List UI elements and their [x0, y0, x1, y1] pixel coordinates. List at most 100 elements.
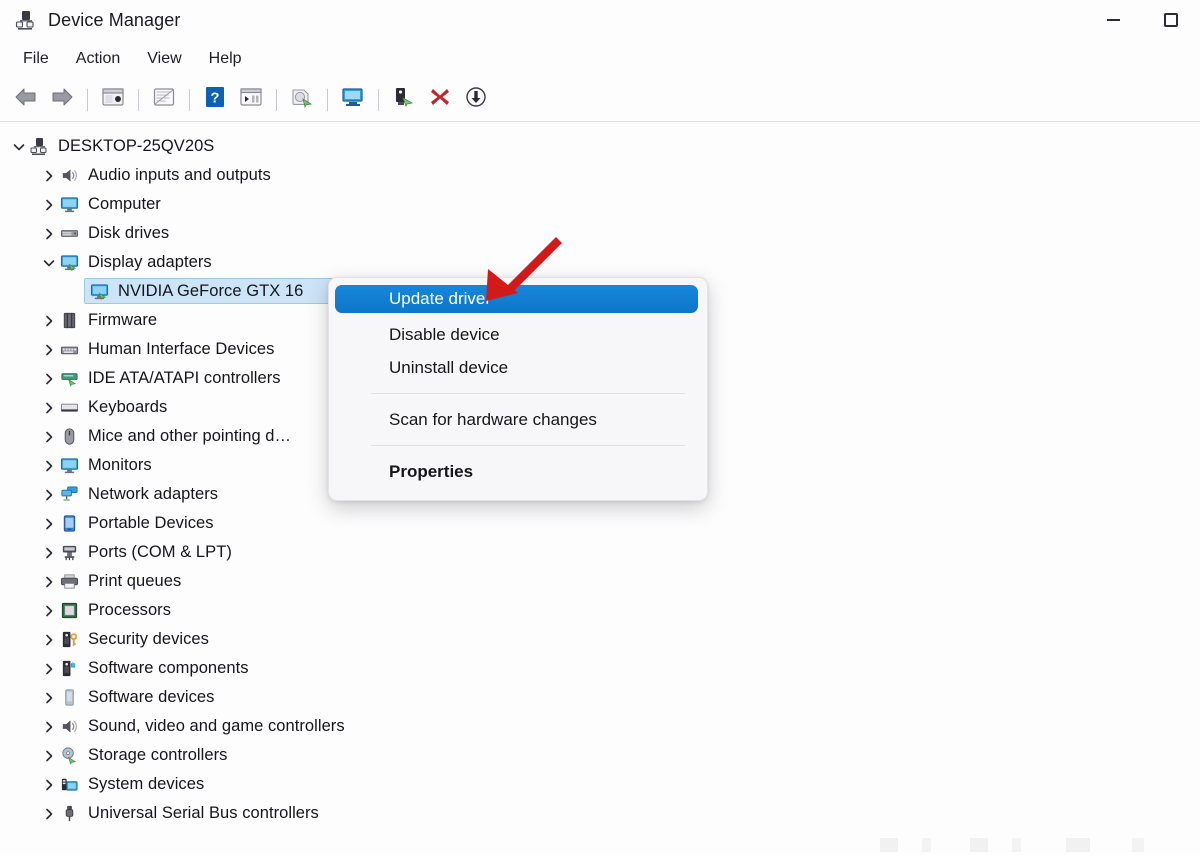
chevron-right-icon[interactable] — [40, 718, 58, 736]
tree-item-ports-com-and-lpt[interactable]: Ports (COM & LPT) — [0, 538, 1200, 567]
computer-root-icon — [28, 137, 50, 157]
chevron-right-icon[interactable] — [40, 660, 58, 678]
update-device-driver-button[interactable] — [386, 83, 422, 117]
chevron-right-icon[interactable] — [40, 370, 58, 388]
update-driver-software-button[interactable] — [284, 83, 320, 117]
tree-item-portable-devices[interactable]: Portable Devices — [0, 509, 1200, 538]
software-component-icon — [58, 659, 80, 679]
forward-button[interactable] — [44, 83, 80, 117]
window-title: Device Manager — [48, 9, 181, 30]
tree-item-label: Print queues — [88, 572, 182, 590]
chevron-right-icon[interactable] — [40, 486, 58, 504]
chevron-right-icon[interactable] — [40, 428, 58, 446]
device-manager-icon — [14, 9, 36, 31]
menu-view[interactable]: View — [136, 46, 192, 72]
speaker-icon — [58, 166, 80, 186]
tree-item-label: Human Interface Devices — [88, 340, 275, 358]
hid-icon — [58, 340, 80, 360]
chevron-right-icon[interactable] — [40, 196, 58, 214]
chevron-right-icon[interactable] — [40, 225, 58, 243]
driver-update-icon — [392, 86, 416, 113]
chevron-right-icon[interactable] — [40, 167, 58, 185]
disable-device-button[interactable] — [458, 83, 494, 117]
chevron-down-icon[interactable] — [10, 138, 28, 156]
menu-bar: File Action View Help — [0, 40, 1200, 78]
tree-root-item[interactable]: DESKTOP-25QV20S — [0, 132, 1200, 161]
down-arrow-circle-icon — [465, 86, 487, 113]
minimize-button[interactable] — [1084, 0, 1142, 40]
red-x-icon — [429, 86, 451, 113]
display-adapter-icon — [58, 253, 80, 273]
show-hide-action-pane-button[interactable] — [233, 83, 269, 117]
chevron-right-icon[interactable] — [40, 544, 58, 562]
tree-item-software-devices[interactable]: Software devices — [0, 683, 1200, 712]
tree-item-audio-inputs-and-outputs[interactable]: Audio inputs and outputs — [0, 161, 1200, 190]
help-button[interactable]: ? — [197, 83, 233, 117]
title-bar: Device Manager — [0, 0, 1200, 40]
menu-action[interactable]: Action — [65, 46, 131, 72]
tree-item-storage-controllers[interactable]: Storage controllers — [0, 741, 1200, 770]
properties-button[interactable] — [146, 83, 182, 117]
show-hide-console-tree-button[interactable] — [95, 83, 131, 117]
context-menu-item-label: Uninstall device — [389, 357, 509, 377]
ide-controller-icon — [58, 369, 80, 389]
tree-item-label: Monitors — [88, 456, 152, 474]
system-device-icon — [58, 775, 80, 795]
tree-item-processors[interactable]: Processors — [0, 596, 1200, 625]
firmware-icon — [58, 311, 80, 331]
context-menu-item-uninstall-device[interactable]: Uninstall device — [329, 351, 707, 384]
tree-item-label: Security devices — [88, 630, 209, 648]
context-menu-item-update-driver[interactable]: Update driver — [335, 285, 698, 313]
port-icon — [58, 543, 80, 563]
properties-window-icon — [152, 87, 176, 112]
chevron-right-icon[interactable] — [40, 602, 58, 620]
context-menu[interactable]: Update driver Disable device Uninstall d… — [328, 277, 708, 501]
chevron-right-icon[interactable] — [40, 747, 58, 765]
chevron-right-icon[interactable] — [40, 631, 58, 649]
tree-item-label: Processors — [88, 601, 172, 619]
tree-item-label: System devices — [88, 775, 205, 793]
monitor-icon — [58, 195, 80, 215]
chevron-right-icon[interactable] — [40, 573, 58, 591]
back-button[interactable] — [8, 83, 44, 117]
menu-file[interactable]: File — [12, 46, 60, 72]
tree-item-display-adapters[interactable]: Display adapters — [0, 248, 1200, 277]
maximize-button[interactable] — [1142, 0, 1200, 40]
help-question-icon: ? — [204, 86, 226, 113]
tree-item-label: Software devices — [88, 688, 215, 706]
chevron-right-icon[interactable] — [40, 515, 58, 533]
tree-item-security-devices[interactable]: Security devices — [0, 625, 1200, 654]
chevron-right-icon[interactable] — [40, 341, 58, 359]
forward-arrow-icon — [49, 87, 75, 112]
context-menu-item-scan-for-hardware-changes[interactable]: Scan for hardware changes — [329, 403, 707, 436]
tree-item-universal-serial-bus-controllers[interactable]: Universal Serial Bus controllers — [0, 799, 1200, 828]
chevron-right-icon[interactable] — [40, 312, 58, 330]
tree-item-print-queues[interactable]: Print queues — [0, 567, 1200, 596]
chevron-right-icon[interactable] — [40, 689, 58, 707]
tree-item-software-components[interactable]: Software components — [0, 654, 1200, 683]
speaker-icon — [58, 717, 80, 737]
menu-help[interactable]: Help — [198, 46, 253, 72]
tree-item-computer[interactable]: Computer — [0, 190, 1200, 219]
bottom-artifact — [880, 838, 1180, 852]
chevron-right-icon[interactable] — [40, 457, 58, 475]
tree-item-system-devices[interactable]: System devices — [0, 770, 1200, 799]
context-menu-item-label: Update driver — [389, 289, 492, 308]
context-menu-item-disable-device[interactable]: Disable device — [329, 318, 707, 351]
context-menu-item-properties[interactable]: Properties — [329, 455, 707, 488]
tree-item-disk-drives[interactable]: Disk drives — [0, 219, 1200, 248]
uninstall-device-button[interactable] — [422, 83, 458, 117]
tree-item-label: Computer — [88, 195, 161, 213]
chevron-right-icon[interactable] — [40, 805, 58, 823]
chevron-right-icon[interactable] — [40, 776, 58, 794]
chevron-right-icon[interactable] — [40, 399, 58, 417]
scan-for-hardware-changes-button[interactable] — [335, 83, 371, 117]
update-driver-icon — [289, 86, 315, 113]
tree-item-sound-video-and-game-controllers[interactable]: Sound, video and game controllers — [0, 712, 1200, 741]
display-adapter-icon — [88, 282, 110, 302]
mouse-icon — [58, 427, 80, 447]
tree-item-label: Ports (COM & LPT) — [88, 543, 232, 561]
disk-drive-icon — [58, 224, 80, 244]
chevron-down-icon[interactable] — [40, 254, 58, 272]
storage-controller-icon — [58, 746, 80, 766]
